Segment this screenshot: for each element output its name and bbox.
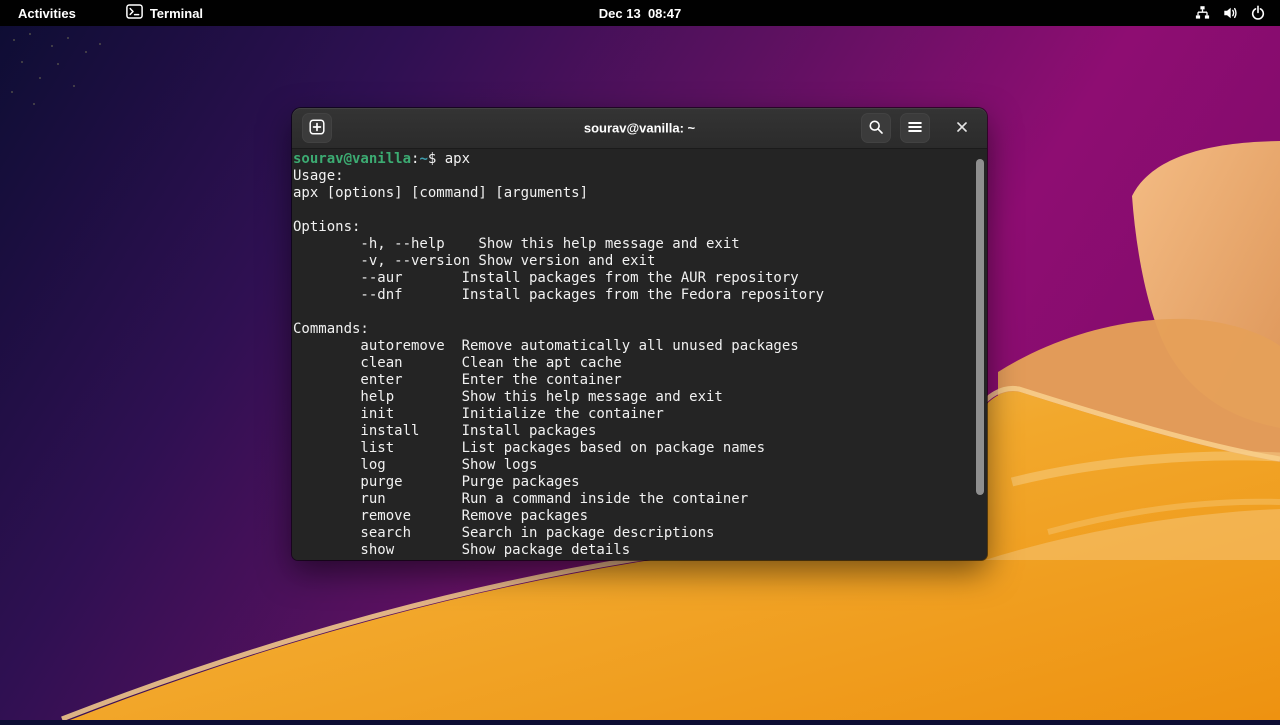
terminal-icon xyxy=(126,4,143,22)
menu-button[interactable] xyxy=(900,113,930,143)
scrollbar-thumb[interactable] xyxy=(976,159,984,495)
terminal-screen[interactable]: sourav@vanilla:~$ apxUsage: apx [options… xyxy=(292,149,987,560)
terminal-headerbar[interactable]: sourav@vanilla: ~ xyxy=(292,108,987,149)
close-icon xyxy=(956,121,968,136)
clock-button[interactable]: Dec 13 08:47 xyxy=(599,6,681,21)
app-menu-label: Terminal xyxy=(150,6,203,21)
network-wired-icon xyxy=(1194,5,1211,21)
window-title: sourav@vanilla: ~ xyxy=(584,121,695,136)
prompt-path: ~ xyxy=(419,151,427,167)
search-button[interactable] xyxy=(861,113,891,143)
system-status-menu[interactable] xyxy=(1194,5,1266,21)
search-icon xyxy=(868,119,884,138)
new-tab-button[interactable] xyxy=(302,113,332,143)
terminal-output: sourav@vanilla:~$ apxUsage: apx [options… xyxy=(293,151,971,559)
activities-button[interactable]: Activities xyxy=(12,4,82,23)
prompt-user-host: sourav@vanilla xyxy=(293,151,411,167)
command-output-text: Usage: apx [options] [command] [argument… xyxy=(293,168,971,559)
new-tab-icon xyxy=(309,119,325,138)
hamburger-menu-icon xyxy=(907,119,923,138)
power-icon xyxy=(1250,5,1266,21)
terminal-window: sourav@vanilla: ~ xyxy=(292,108,987,560)
prompt-command: $ apx xyxy=(428,151,470,167)
app-menu-terminal[interactable]: Terminal xyxy=(126,4,203,22)
prompt-line: sourav@vanilla:~$ apx xyxy=(293,151,971,168)
volume-icon xyxy=(1222,5,1239,21)
top-bar: Activities Terminal Dec 13 08:47 xyxy=(0,0,1280,26)
close-button[interactable] xyxy=(945,113,979,143)
